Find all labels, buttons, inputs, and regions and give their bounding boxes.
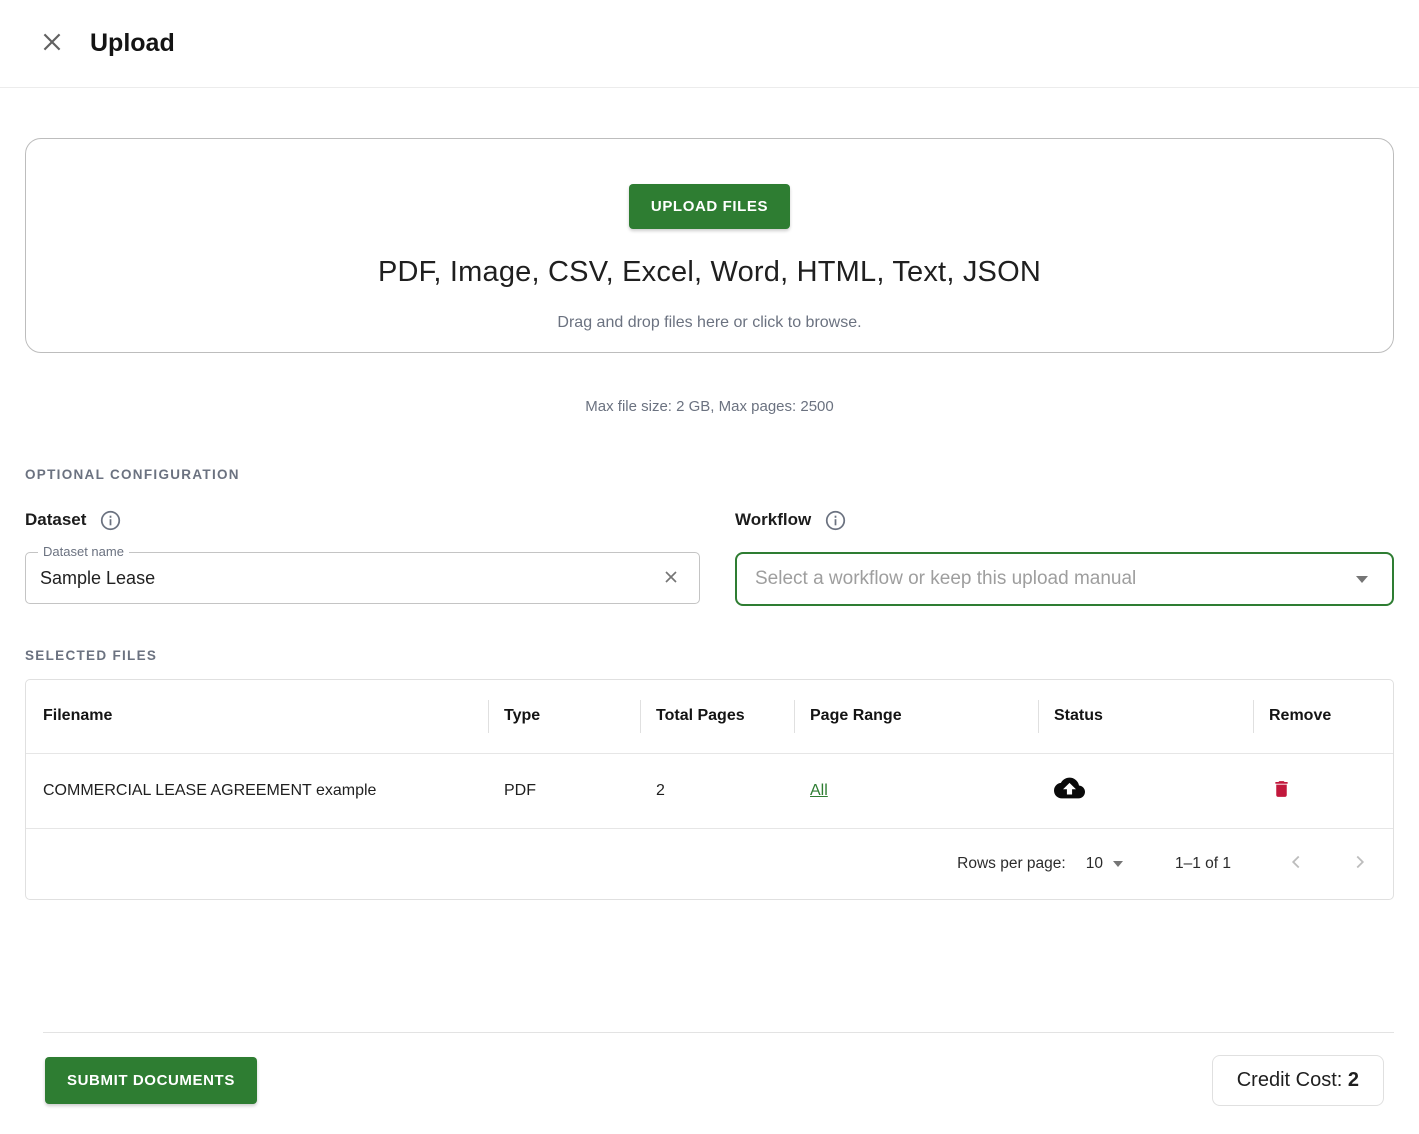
file-name-cell: COMMERCIAL LEASE AGREEMENT example (43, 781, 377, 799)
chevron-down-icon (1112, 860, 1123, 867)
footer-divider (43, 1031, 1394, 1033)
footer-bar: SUBMIT DOCUMENTS Credit Cost: 2 (45, 1054, 1384, 1106)
selected-files-table: Filename Type Total Pages Page Range Sta… (25, 679, 1394, 900)
table-header-row: Filename Type Total Pages Page Range Sta… (26, 680, 1393, 753)
drag-drop-hint: Drag and drop files here or click to bro… (557, 314, 862, 331)
file-dropzone[interactable]: UPLOAD FILES PDF, Image, CSV, Excel, Wor… (25, 138, 1394, 353)
dataset-info-icon[interactable] (100, 510, 121, 531)
rows-per-page-value: 10 (1085, 854, 1103, 872)
file-total-pages-cell: 2 (656, 781, 665, 799)
workflow-label: Workflow (735, 510, 812, 529)
rows-per-page-label: Rows per page: (957, 854, 1066, 872)
dataset-name-field: Dataset name (25, 544, 700, 604)
column-header-type: Type (488, 680, 640, 753)
file-status-cell (1038, 753, 1253, 828)
dialog-header: Upload (0, 0, 1419, 88)
dataset-column: Dataset Dataset name (25, 508, 700, 606)
main-content: UPLOAD FILES PDF, Image, CSV, Excel, Wor… (0, 138, 1419, 1106)
trash-icon (1271, 777, 1292, 804)
table-row: COMMERCIAL LEASE AGREEMENT example PDF 2… (26, 753, 1393, 828)
column-header-status: Status (1038, 680, 1253, 753)
file-page-range-cell: All (794, 753, 1038, 828)
close-icon (39, 29, 65, 58)
file-remove-cell (1253, 753, 1393, 828)
dataset-label: Dataset (25, 510, 87, 529)
column-header-total-pages: Total Pages (640, 680, 794, 753)
pagination-range: 1–1 of 1 (1174, 854, 1231, 872)
chevron-right-icon (1349, 851, 1371, 876)
clear-dataset-button[interactable] (657, 563, 685, 594)
credit-cost-badge: Credit Cost: 2 (1211, 1054, 1384, 1106)
workflow-info-icon[interactable] (825, 510, 846, 531)
page-range-all-link[interactable]: All (810, 782, 828, 799)
dataset-name-input[interactable] (40, 567, 657, 589)
workflow-column: Workflow Select a workflow or keep this … (735, 508, 1394, 606)
remove-file-button[interactable] (1269, 775, 1294, 806)
file-type-cell: PDF (504, 781, 536, 799)
file-limits-text: Max file size: 2 GB, Max pages: 2500 (585, 398, 834, 415)
upload-files-button[interactable]: UPLOAD FILES (628, 184, 791, 229)
config-row: Dataset Dataset name Workflow (25, 508, 1394, 606)
column-header-remove: Remove (1253, 680, 1393, 753)
table-pagination: Rows per page: 10 1–1 of 1 (26, 829, 1393, 899)
submit-documents-button[interactable]: SUBMIT DOCUMENTS (45, 1056, 257, 1104)
optional-configuration-heading: OPTIONAL CONFIGURATION (25, 467, 240, 482)
workflow-select[interactable]: Select a workflow or keep this upload ma… (735, 552, 1394, 606)
credit-cost-value: 2 (1347, 1068, 1359, 1091)
chevron-left-icon (1285, 851, 1307, 876)
dataset-name-floating-label: Dataset name (38, 544, 129, 559)
chevron-down-icon (1356, 575, 1368, 583)
column-header-page-range: Page Range (794, 680, 1038, 753)
cloud-upload-icon (1054, 777, 1085, 803)
page-title: Upload (90, 29, 175, 57)
credit-cost-label: Credit Cost: (1236, 1068, 1348, 1091)
accepted-formats-text: PDF, Image, CSV, Excel, Word, HTML, Text… (378, 256, 1041, 288)
clear-icon (661, 567, 681, 590)
rows-per-page-select[interactable]: 10 (1086, 855, 1123, 873)
column-header-filename: Filename (43, 707, 113, 725)
selected-files-heading: SELECTED FILES (25, 648, 158, 663)
previous-page-button[interactable] (1279, 845, 1313, 882)
close-button[interactable] (38, 30, 66, 58)
workflow-select-placeholder: Select a workflow or keep this upload ma… (755, 568, 1137, 589)
next-page-button[interactable] (1343, 845, 1377, 882)
